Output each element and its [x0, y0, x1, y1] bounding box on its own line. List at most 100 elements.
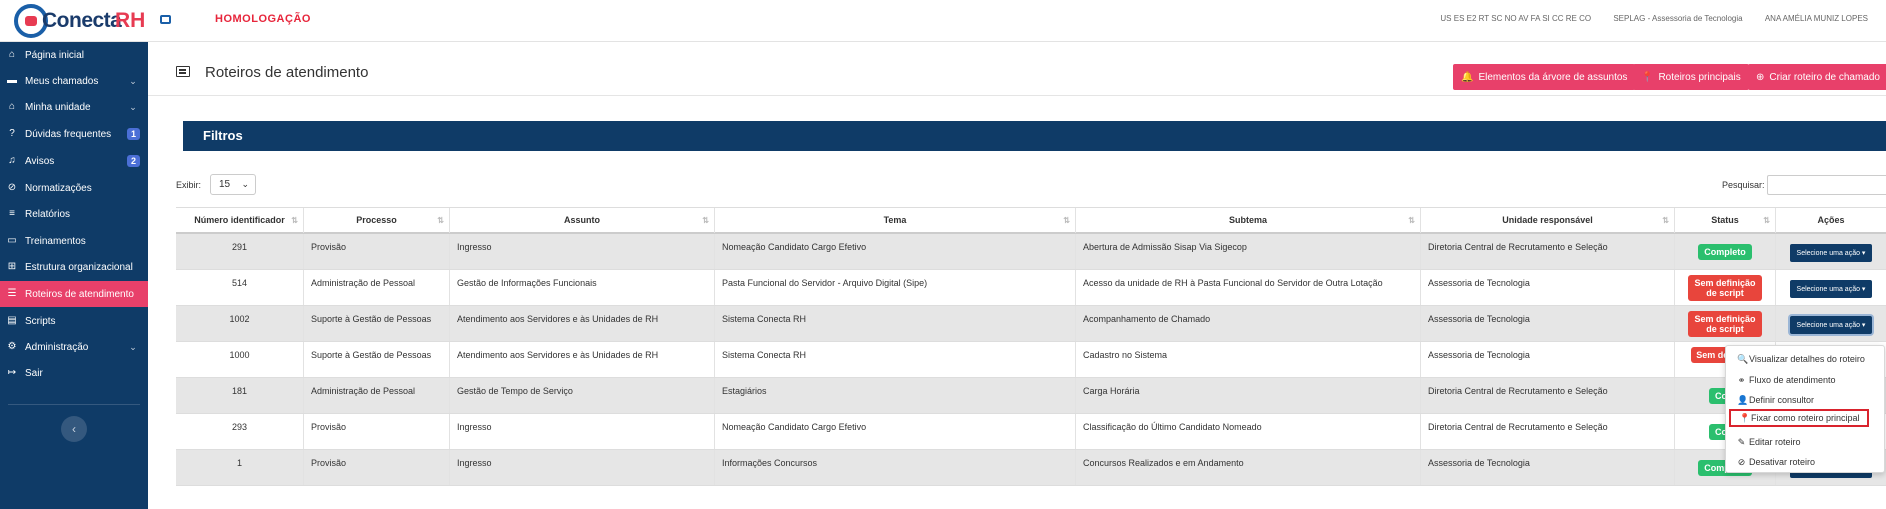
column-header-assunto[interactable]: Assunto ⇅: [450, 208, 715, 233]
sidebar: ⌂ Página inicial ▬ Meus chamados ⌄ ⌂ Minha u…: [0, 42, 148, 509]
cell-unidade: Diretoria Central de Recrutamento e Sele…: [1421, 378, 1675, 413]
sort-icon: ⇅: [1662, 216, 1669, 225]
action-label: Selecione uma ação: [1796, 286, 1860, 293]
cell-assunto: Atendimento aos Servidores e às Unidades…: [450, 306, 715, 341]
menu-item-label: Fixar como roteiro principal: [1751, 413, 1860, 423]
filters-toggle[interactable]: Filtros: [183, 121, 1886, 151]
chevron-down-icon: ⌄: [129, 75, 137, 86]
sidebar-item-meus-chamados[interactable]: ▬ Meus chamados ⌄: [0, 68, 148, 94]
sidebar-item-relatorios[interactable]: ≡ Relatórios: [0, 201, 148, 227]
user-name[interactable]: ANA AMÉLIA MUNIZ LOPES: [1765, 14, 1868, 23]
menu-item-fluxo[interactable]: ⚭ Fluxo de atendimento: [1737, 371, 1883, 389]
column-header-id[interactable]: Número identificador ⇅: [176, 208, 304, 233]
search-input[interactable]: [1767, 175, 1886, 195]
sidebar-item-label: Roteiros de atendimento: [25, 288, 134, 300]
sidebar-item-sair[interactable]: ↦ Sair: [0, 360, 148, 386]
elementos-arvore-button[interactable]: 🔔 Elementos da árvore de assuntos: [1453, 64, 1636, 90]
pin-icon: 📍: [1739, 413, 1751, 423]
column-header-status[interactable]: Status ⇅: [1675, 208, 1776, 233]
sidebar-item-label: Normatizações: [25, 182, 92, 194]
cell-subtema: Carga Horária: [1076, 378, 1421, 413]
cell-id: 293: [176, 414, 304, 449]
page-size-select[interactable]: 15 ⌄: [210, 174, 256, 195]
status-badge: Sem definição de script: [1688, 311, 1762, 337]
column-header-tema[interactable]: Tema ⇅: [715, 208, 1076, 233]
sign-out-icon: ↦: [7, 367, 17, 378]
sidebar-item-estrutura[interactable]: ⊞ Estrutura organizacional: [0, 254, 148, 280]
table-row: 181 Administração de Pessoal Gestão de Tem…: [176, 378, 1886, 414]
sidebar-toggle-icon[interactable]: [160, 15, 171, 24]
cell-unidade: Assessoria de Tecnologia: [1421, 306, 1675, 341]
bell-icon: ♫: [8, 155, 16, 166]
button-label: Criar roteiro de chamado: [1769, 71, 1880, 83]
select-action-button[interactable]: Selecione uma ação ▾: [1789, 244, 1873, 262]
pencil-icon: ✎: [1737, 437, 1746, 447]
menu-item-desativar[interactable]: ⊘ Desativar roteiro: [1737, 453, 1883, 471]
cell-acoes: Selecione uma ação ▾: [1776, 306, 1886, 341]
sitemap-icon: ⊞: [7, 261, 17, 272]
sidebar-item-roteiros[interactable]: ☰ Roteiros de atendimento: [0, 281, 148, 307]
cell-subtema: Abertura de Admissão Sisap Via Sigecop: [1076, 234, 1421, 269]
cell-acoes: Selecione uma ação ▾: [1776, 234, 1886, 269]
conecta-rh-logo[interactable]: Conecta RH: [14, 4, 145, 38]
environment-label: HOMOLOGAÇÃO: [215, 13, 311, 25]
menu-item-label: Fluxo de atendimento: [1749, 375, 1836, 385]
table-row: 293 Provisão Ingresso Nomeação Candidato Ca…: [176, 414, 1886, 450]
sidebar-item-treinamentos[interactable]: ▭ Treinamentos: [0, 228, 148, 254]
sidebar-item-home[interactable]: ⌂ Página inicial: [0, 42, 148, 68]
cell-subtema: Acesso da unidade de RH à Pasta Funciona…: [1076, 270, 1421, 305]
column-header-subtema[interactable]: Subtema ⇅: [1076, 208, 1421, 233]
header-label: Assunto: [564, 215, 600, 225]
sidebar-item-label: Relatórios: [25, 208, 71, 220]
roteiros-principais-button[interactable]: 📍 Roteiros principais: [1633, 64, 1749, 90]
select-action-button[interactable]: Selecione uma ação ▾: [1789, 280, 1873, 298]
menu-item-consultor[interactable]: 👤Definir consultor: [1737, 391, 1883, 409]
cell-processo: Suporte à Gestão de Pessoas: [304, 342, 450, 377]
criar-roteiro-button[interactable]: ⊕ Criar roteiro de chamado: [1748, 64, 1886, 90]
cell-processo: Suporte à Gestão de Pessoas: [304, 306, 450, 341]
menu-item-fixar[interactable]: 📍Fixar como roteiro principal: [1729, 409, 1869, 427]
list-alt-icon: ☰: [7, 288, 17, 299]
search-icon: 🔍: [1737, 354, 1749, 364]
menu-item-editar[interactable]: ✎ Editar roteiro: [1737, 433, 1883, 451]
show-label: Exibir:: [176, 180, 202, 190]
sidebar-item-scripts[interactable]: ▤ Scripts: [0, 308, 148, 334]
count-badge: 2: [126, 155, 140, 167]
org-unit[interactable]: SEPLAG - Assessoria de Tecnologia: [1613, 14, 1742, 23]
sidebar-item-normatizacoes[interactable]: ⊘ Normatizações: [0, 175, 148, 201]
menu-item-visualizar[interactable]: 🔍Visualizar detalhes do roteiro: [1737, 350, 1883, 368]
cell-unidade: Diretoria Central de Recrutamento e Sele…: [1421, 414, 1675, 449]
caret-down-icon: ▾: [1859, 322, 1866, 329]
header-label: Ações: [1817, 215, 1845, 225]
sidebar-item-avisos[interactable]: ♫ Avisos 2: [0, 148, 148, 174]
cell-assunto: Atendimento aos Servidores e às Unidades…: [450, 342, 715, 377]
button-label: Roteiros principais: [1658, 71, 1741, 83]
sidebar-item-duvidas[interactable]: ? Dúvidas frequentes 1: [0, 121, 148, 147]
page-size-value: 15: [219, 179, 231, 190]
menu-item-label: Definir consultor: [1749, 395, 1815, 405]
cell-unidade: Assessoria de Tecnologia: [1421, 342, 1675, 377]
status-badge: Sem definição de script: [1688, 275, 1762, 301]
column-header-acoes: Ações: [1776, 208, 1886, 233]
cell-unidade: Assessoria de Tecnologia: [1421, 270, 1675, 305]
user-icon: 👤: [1737, 395, 1749, 405]
cell-id: 291: [176, 234, 304, 269]
cell-id: 514: [176, 270, 304, 305]
collapse-sidebar-button[interactable]: ‹: [61, 416, 87, 442]
plus-circle-icon: ⊕: [1756, 71, 1765, 83]
state-codes[interactable]: US ES E2 RT SC NO AV FA SI CC RE CO: [1440, 14, 1591, 23]
select-action-button[interactable]: Selecione uma ação ▾: [1789, 316, 1873, 334]
sidebar-item-minha-unidade[interactable]: ⌂ Minha unidade ⌄: [0, 94, 148, 120]
cell-processo: Provisão: [304, 450, 450, 485]
cell-id: 1: [176, 450, 304, 485]
user-info: US ES E2 RT SC NO AV FA SI CC RE CO SEPL…: [1420, 14, 1868, 23]
column-header-unidade[interactable]: Unidade responsável ⇅: [1421, 208, 1675, 233]
sidebar-item-administracao[interactable]: ⚙ Administração ⌄: [0, 334, 148, 360]
cell-tema: Nomeação Candidato Cargo Efetivo: [715, 234, 1076, 269]
column-header-processo[interactable]: Processo ⇅: [304, 208, 450, 233]
sort-icon: ⇅: [291, 216, 298, 225]
cell-tema: Informações Concursos: [715, 450, 1076, 485]
flow-icon: ⚭: [1737, 375, 1746, 385]
sort-icon: ⇅: [1063, 216, 1070, 225]
cell-tema: Sistema Conecta RH: [715, 306, 1076, 341]
